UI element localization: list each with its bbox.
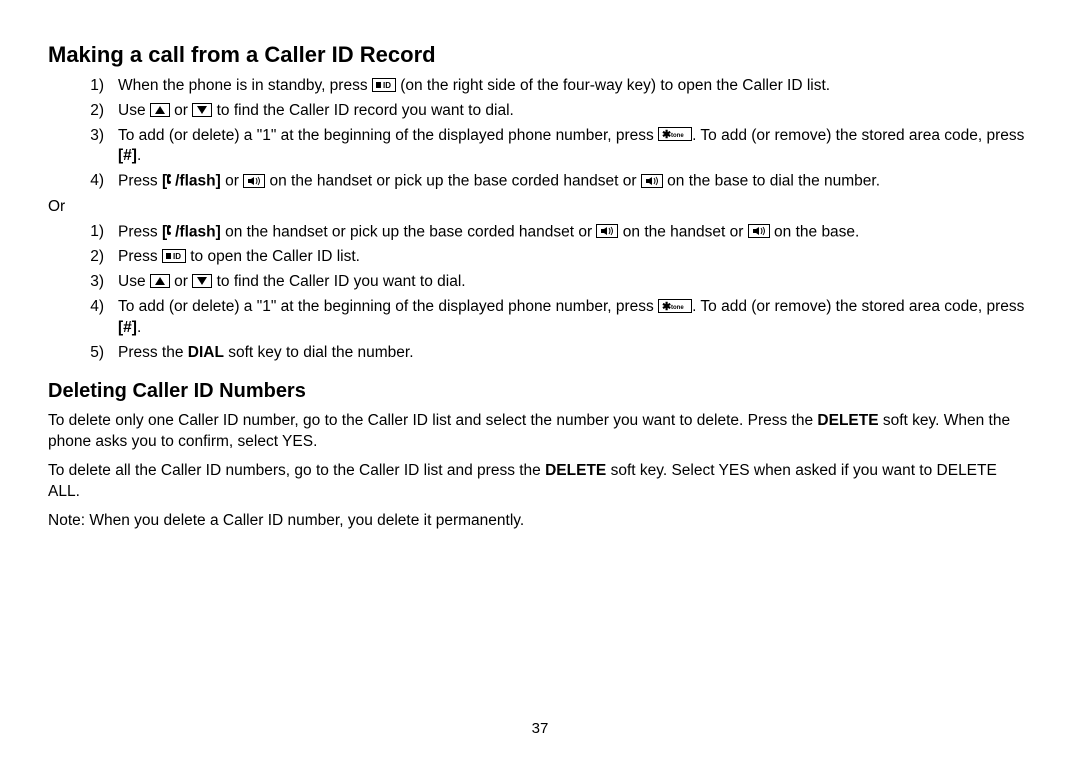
section-title-1: Making a call from a Caller ID Record [48,40,1032,70]
list-text: Use or to find the Caller ID record you … [118,101,1032,122]
star-tone-icon: ✱tone [658,127,692,141]
list-text: To add (or delete) a "1" at the beginnin… [118,297,1032,339]
list-text: Press the DIAL soft key to dial the numb… [118,343,1032,364]
svg-text:tone: tone [671,133,684,139]
list-b: 1)Press [/flash] on the handset or pick … [76,222,1032,364]
speaker-icon [596,224,618,238]
list-item: 1)When the phone is in standby, press ID… [76,76,1032,97]
section-title-2: Deleting Caller ID Numbers [48,378,1032,405]
svg-text:tone: tone [671,305,684,311]
bold-text: [#] [118,147,137,164]
list-item: 3)To add (or delete) a "1" at the beginn… [76,126,1032,168]
list-item: 2)Use or to find the Caller ID record yo… [76,101,1032,122]
paragraph-3: Note: When you delete a Caller ID number… [48,511,1032,532]
speaker-icon [243,174,265,188]
up-arrow-icon [150,274,170,288]
up-arrow-icon [150,103,170,117]
list-text: When the phone is in standby, press ID (… [118,76,1032,97]
svg-text:ID: ID [383,81,391,90]
bold-text: DIAL [188,344,224,361]
list-item: 3)Use or to find the Caller ID you want … [76,272,1032,293]
list-text: To add (or delete) a "1" at the beginnin… [118,126,1032,168]
list-number: 5) [76,343,118,364]
list-number: 1) [76,222,118,243]
speaker-icon [748,224,770,238]
bold-text: /flash] [175,173,221,190]
list-item: 5)Press the DIAL soft key to dial the nu… [76,343,1032,364]
list-a: 1)When the phone is in standby, press ID… [76,76,1032,193]
list-text: Press [/flash] on the handset or pick up… [118,222,1032,243]
page-number: 37 [0,719,1080,739]
paragraph-1: To delete only one Caller ID number, go … [48,411,1032,453]
svg-text:ID: ID [173,252,181,261]
list-number: 2) [76,247,118,268]
paragraph-2: To delete all the Caller ID numbers, go … [48,461,1032,503]
phone-icon [167,222,175,243]
svg-text:✱: ✱ [662,301,671,311]
list-number: 2) [76,101,118,122]
list-number: 3) [76,126,118,168]
bold-text: DELETE [817,412,878,429]
down-arrow-icon [192,274,212,288]
list-text: Use or to find the Caller ID you want to… [118,272,1032,293]
list-number: 1) [76,76,118,97]
list-item: 2)Press ID to open the Caller ID list. [76,247,1032,268]
list-number: 3) [76,272,118,293]
list-number: 4) [76,297,118,339]
star-tone-icon: ✱tone [658,299,692,313]
bold-text: /flash] [175,223,221,240]
caller-id-icon: ID [162,249,186,263]
list-item: 1)Press [/flash] on the handset or pick … [76,222,1032,243]
caller-id-icon: ID [372,78,396,92]
bold-text: DELETE [545,462,606,479]
svg-text:✱: ✱ [662,129,671,139]
list-item: 4)Press [/flash] or on the handset or pi… [76,171,1032,192]
or-label: Or [48,197,1032,218]
list-number: 4) [76,171,118,192]
phone-icon [167,171,175,192]
list-text: Press [/flash] or on the handset or pick… [118,171,1032,192]
down-arrow-icon [192,103,212,117]
list-text: Press ID to open the Caller ID list. [118,247,1032,268]
bold-text: [#] [118,319,137,336]
list-item: 4)To add (or delete) a "1" at the beginn… [76,297,1032,339]
speaker-icon [641,174,663,188]
